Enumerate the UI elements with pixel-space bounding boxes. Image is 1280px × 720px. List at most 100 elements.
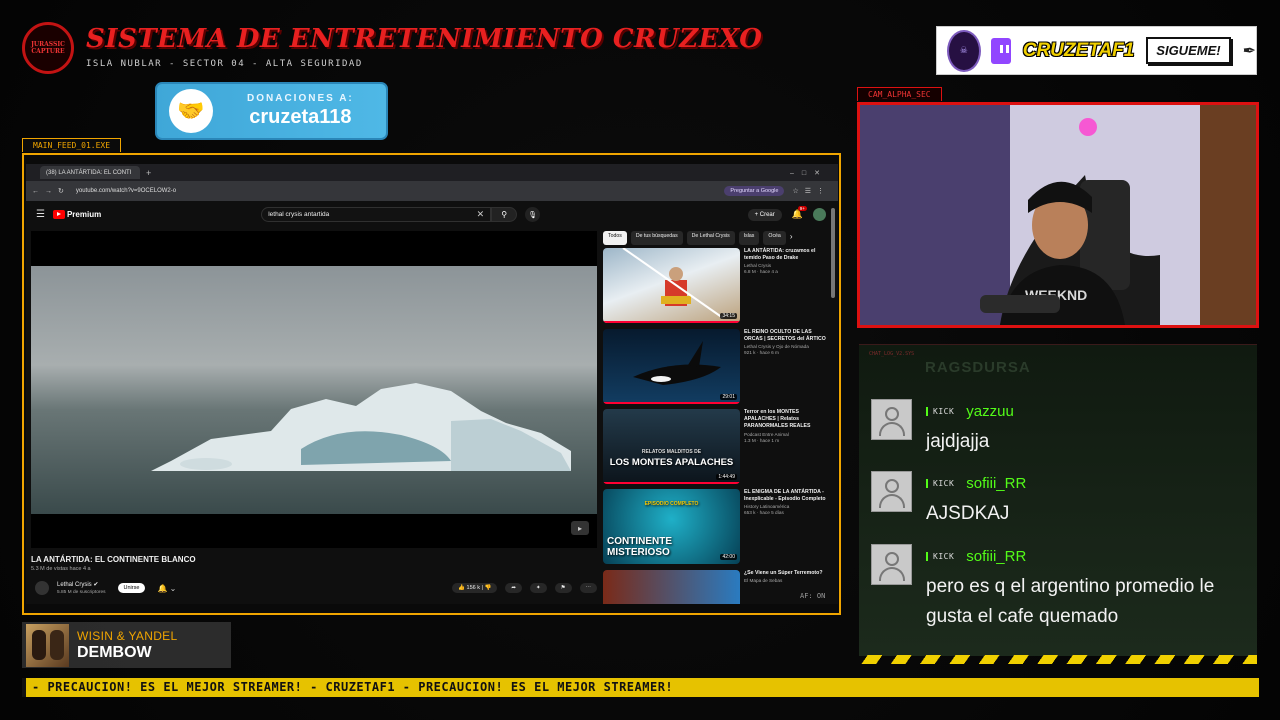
webcam-feed: WEEKND bbox=[857, 102, 1259, 328]
recommendation-item[interactable]: 29:01 EL REINO OCULTO DE LAS ORCAS | SEC… bbox=[603, 329, 829, 407]
donation-banner: 🤝 DONACIONES A: cruzeta118 bbox=[155, 82, 388, 140]
album-art bbox=[26, 623, 69, 667]
rec-duration: 1:44:49 bbox=[716, 474, 737, 480]
song-artist: WISIN & YANDEL bbox=[77, 628, 178, 643]
rec-title: Terror en los MONTES APALACHES | Relatos… bbox=[744, 409, 811, 430]
subscribe-bell-icon[interactable]: 🔔 ⌄ bbox=[157, 584, 176, 593]
join-button[interactable]: Unirse bbox=[117, 583, 146, 593]
video-player[interactable]: ▸ bbox=[31, 231, 597, 548]
handshake-icon: 🤝 bbox=[169, 89, 213, 133]
chat-username: sofiii_RR bbox=[966, 475, 1027, 492]
chip-ocean[interactable]: Océa bbox=[763, 231, 786, 245]
like-count: 156 k bbox=[466, 585, 480, 591]
more-button[interactable]: ⋯ bbox=[579, 583, 597, 593]
recommendation-item[interactable]: 34:15 LA ANTÁRTIDA: cruzamos el temido P… bbox=[603, 248, 829, 326]
chip-islands[interactable]: Islas bbox=[738, 231, 760, 245]
chevron-right-icon[interactable]: › bbox=[790, 231, 793, 245]
hazard-stripe bbox=[859, 655, 1257, 664]
recommendation-item[interactable]: EPISODIO COMPLETO CONTINENTE MISTERIOSO … bbox=[603, 489, 829, 567]
channel-name-text: Lethal Crysis bbox=[57, 582, 92, 588]
save-button[interactable]: ⚑ bbox=[554, 583, 572, 593]
search-input[interactable]: lethal crysis antartida ✕ bbox=[261, 207, 492, 222]
channel-row: Lethal Crysis ✔ 5.85 M de suscriptores U… bbox=[31, 577, 597, 599]
brand-label: Premium bbox=[66, 210, 102, 219]
youtube-logo[interactable]: Premium bbox=[52, 210, 102, 219]
chip-all[interactable]: Todos bbox=[603, 231, 627, 245]
iceberg-image bbox=[151, 383, 571, 471]
url-field[interactable]: youtube.com/watch?v=9OCELOW2-o bbox=[76, 188, 176, 194]
toolbar-icons[interactable]: ☆☰⋮ bbox=[792, 187, 830, 195]
rec-views: 653 k · hace 5 días bbox=[744, 510, 784, 516]
watch-progress bbox=[603, 321, 740, 323]
chip-searches[interactable]: De tus búsquedas bbox=[630, 231, 683, 245]
like-button[interactable]: 👍 156 k | 👎 bbox=[452, 583, 498, 593]
donation-handle: cruzeta118 bbox=[249, 106, 352, 128]
rec-channel: Podcast Entre Animal bbox=[744, 431, 789, 437]
address-bar: ←→↻ youtube.com/watch?v=9OCELOW2-o Pregu… bbox=[26, 181, 838, 201]
rec-thumbnail: EPISODIO COMPLETO CONTINENTE MISTERIOSO … bbox=[603, 489, 740, 564]
platform-badge: KICK bbox=[926, 552, 954, 561]
chat-username: yazzuu bbox=[966, 403, 1014, 420]
new-tab-icon[interactable]: + bbox=[146, 168, 151, 178]
ask-google-button[interactable]: Preguntar a Google bbox=[724, 186, 785, 196]
logo-seal: JURASSIC CAPTURE bbox=[22, 22, 74, 74]
mic-icon[interactable]: 🎙 bbox=[525, 207, 541, 222]
watch-progress bbox=[603, 402, 740, 404]
clear-icon[interactable]: ✕ bbox=[477, 209, 485, 220]
chat-panel: CHAT_LOG_V2.SYS RAGSDURSA KICK yazzuu jaj… bbox=[859, 344, 1257, 656]
rec-channel: Lethal Crysis y Ojo de Nómada bbox=[744, 344, 809, 350]
create-button[interactable]: + Crear bbox=[747, 208, 782, 221]
chat-username: sofiii_RR bbox=[966, 548, 1027, 565]
user-avatar-icon bbox=[871, 399, 912, 440]
watch-progress bbox=[603, 482, 740, 484]
video-meta: 5.3 M de vistas hace 4 a bbox=[31, 566, 91, 572]
channel-subs: 5.85 M de suscriptores bbox=[57, 590, 106, 595]
chat-text: jajdjajja bbox=[926, 431, 990, 452]
browser-tab[interactable]: (38) LA ANTÁRTIDA: EL CONTI bbox=[40, 166, 140, 179]
sparkle-button[interactable]: ✦ bbox=[529, 583, 547, 593]
chat-text: pero es q el argentino promedio le gusta… bbox=[926, 576, 1215, 627]
follow-badge: SIGUEME! bbox=[1146, 37, 1231, 64]
channel-name-small[interactable]: Lethal Crysis ✔ bbox=[57, 581, 106, 588]
share-button[interactable]: ➦ bbox=[505, 583, 522, 593]
overlay-title: SISTEMA DE ENTRETENIMIENTO CRUZEXO bbox=[86, 24, 763, 54]
thumb-small-text: EPISODIO COMPLETO bbox=[644, 501, 699, 507]
notif-badge: 9+ bbox=[797, 206, 807, 211]
user-avatar-icon bbox=[871, 544, 912, 585]
notifications-icon[interactable]: 🔔 9+ bbox=[792, 206, 807, 220]
miniplayer-icon[interactable]: ▸ bbox=[571, 521, 589, 535]
tab-title: (38) LA ANTÁRTIDA: EL CONTI bbox=[46, 169, 132, 176]
rec-thumbnail: 34:15 bbox=[603, 248, 740, 323]
overlay-subtitle: ISLA NUBLAR - SECTOR 04 - ALTA SEGURIDAD bbox=[86, 59, 363, 69]
recommendation-item[interactable]: RELATOS MALDITOS DE LOS MONTES APALACHES… bbox=[603, 409, 829, 487]
song-title: DEMBOW bbox=[77, 643, 152, 661]
chat-header: CHAT_LOG_V2.SYS bbox=[869, 351, 1255, 357]
scrollbar[interactable] bbox=[831, 208, 835, 298]
nav-arrows-icon[interactable]: ←→↻ bbox=[32, 187, 70, 195]
orca-image bbox=[633, 341, 721, 385]
channel-avatar-small[interactable] bbox=[35, 581, 49, 595]
camera-tab: CAM_ALPHA_SEC bbox=[857, 87, 942, 101]
rec-duration: 34:15 bbox=[720, 313, 737, 319]
window-controls[interactable]: –□✕ bbox=[790, 169, 828, 177]
seal-text: JURASSIC CAPTURE bbox=[31, 40, 65, 55]
main-feed-tab: MAIN_FEED_01.EXE bbox=[22, 138, 122, 152]
browser-window: (38) LA ANTÁRTIDA: EL CONTI + –□✕ ←→↻ yo… bbox=[26, 164, 838, 604]
ticker-bar: - PRECAUCION! ES EL MEJOR STREAMER! - CR… bbox=[22, 678, 1259, 697]
platform-badge: KICK bbox=[926, 479, 954, 488]
search-value: lethal crysis antartida bbox=[268, 211, 330, 218]
filter-chips: Todos De tus búsquedas De Lethal Crysis … bbox=[603, 231, 833, 245]
user-avatar-icon bbox=[871, 471, 912, 512]
menu-icon[interactable]: ☰ bbox=[36, 209, 45, 220]
sailor-image bbox=[622, 248, 724, 319]
channel-name: CRUZETAF1 bbox=[1022, 39, 1135, 61]
chat-header-label: CHAT_LOG_V2.SYS bbox=[869, 351, 915, 357]
rec-thumbnail: 29:01 bbox=[603, 329, 740, 404]
chip-channel[interactable]: De Lethal Crysis bbox=[686, 231, 735, 245]
recommendation-item[interactable]: ¿Se Viene un Súper Terremoto? El Mapa de … bbox=[603, 570, 829, 604]
account-avatar[interactable] bbox=[813, 208, 826, 221]
video-frame bbox=[31, 266, 597, 514]
ticker-text: - PRECAUCION! ES EL MEJOR STREAMER! - CR… bbox=[32, 680, 674, 694]
rec-title: ¿Se Viene un Súper Terremoto? bbox=[744, 570, 823, 576]
search-icon[interactable]: ⚲ bbox=[491, 207, 518, 222]
